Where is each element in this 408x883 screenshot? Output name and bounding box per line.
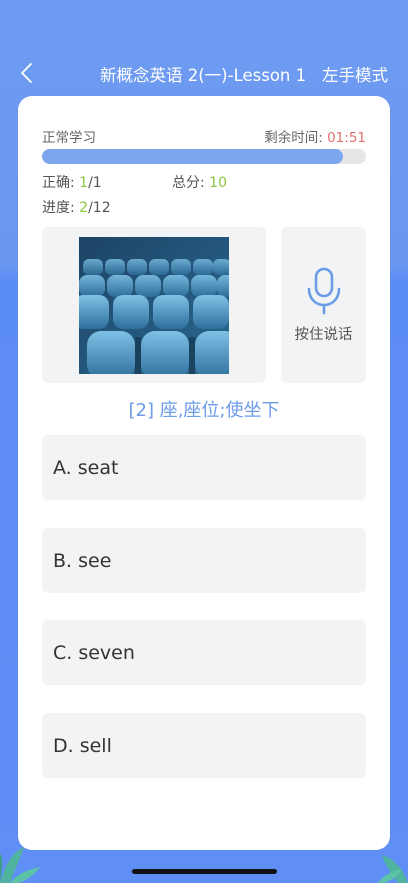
progress-bar: [42, 149, 366, 164]
progress-fill: [42, 149, 344, 164]
progress-label: 进度:: [42, 200, 75, 216]
option-b[interactable]: B. see: [42, 528, 366, 593]
score-value: 10: [209, 175, 227, 191]
score-label: 总分:: [172, 175, 205, 191]
leaf-decoration-left: [0, 847, 40, 883]
question-image-box: [42, 227, 266, 383]
option-a[interactable]: A. seat: [42, 435, 366, 500]
score-stat: 总分: 10: [172, 172, 227, 192]
progress-total: /12: [88, 200, 111, 216]
question-text: [2] 座,座位;使坐下: [128, 400, 280, 421]
timer: 剩余时间: 01:51: [264, 126, 366, 146]
correct-total: /1: [88, 175, 102, 191]
study-mode-label: 正常学习: [42, 130, 96, 146]
theater-seats-image: [79, 237, 229, 374]
correct-label: 正确:: [42, 175, 75, 191]
leaf-decoration-right: [378, 855, 408, 883]
hold-to-speak-button[interactable]: 按住说话: [281, 227, 366, 383]
microphone-icon: [307, 267, 341, 315]
timer-value: 01:51: [327, 130, 366, 146]
quiz-card: 正常学习 剩余时间: 01:51 正确: 1/1 总分: 10 进度: 2/12: [18, 96, 390, 850]
progress-stat: 进度: 2/12: [42, 197, 111, 217]
correct-stat: 正确: 1/1: [42, 172, 102, 192]
option-c[interactable]: C. seven: [42, 620, 366, 685]
correct-value: 1: [79, 175, 89, 191]
back-button[interactable]: [14, 60, 38, 86]
progress-value: 2: [79, 200, 89, 216]
left-hand-mode-button[interactable]: 左手模式: [322, 62, 388, 86]
top-bar: 新概念英语 2(一)-Lesson 1 左手模式: [0, 56, 408, 90]
page-title: 新概念英语 2(一)-Lesson 1: [100, 66, 307, 85]
hold-to-speak-label: 按住说话: [294, 327, 353, 343]
timer-label: 剩余时间:: [264, 130, 323, 146]
home-indicator: [132, 869, 277, 874]
option-d[interactable]: D. sell: [42, 713, 366, 778]
status-row: 正常学习 剩余时间: 01:51: [42, 126, 366, 146]
chevron-left-icon: [21, 63, 32, 83]
